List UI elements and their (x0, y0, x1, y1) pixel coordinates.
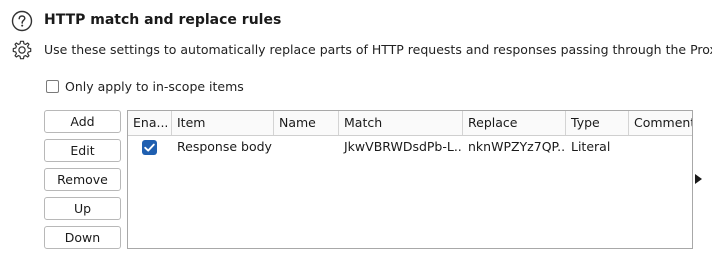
in-scope-checkbox[interactable] (46, 79, 59, 93)
description-text: Use these settings to automatically repl… (44, 42, 712, 57)
column-header-match[interactable]: Match (339, 111, 463, 135)
column-header-type[interactable]: Type (566, 111, 629, 135)
in-scope-option[interactable]: Only apply to in-scope items (46, 77, 244, 95)
enabled-cell (128, 136, 172, 158)
replace-cell: nknWPZYz7QP... (468, 139, 566, 154)
column-header-name[interactable]: Name (274, 111, 339, 135)
page-title: HTTP match and replace rules (44, 12, 282, 28)
table-row[interactable]: Response body JkwVBRWDsdPb-L... nknWPZYz… (128, 136, 692, 158)
help-icon[interactable] (11, 10, 33, 32)
name-cell (274, 136, 339, 158)
in-scope-label: Only apply to in-scope items (65, 78, 244, 94)
expand-arrow-icon[interactable] (695, 174, 702, 184)
add-button[interactable]: Add (44, 110, 121, 133)
edit-button[interactable]: Edit (44, 139, 121, 162)
comment-cell (629, 136, 692, 158)
checkmark-icon (144, 143, 155, 152)
item-cell: Response body (177, 139, 272, 154)
column-header-item[interactable]: Item (172, 111, 274, 135)
down-button[interactable]: Down (44, 226, 121, 249)
match-cell: JkwVBRWDsdPb-L... (344, 139, 463, 154)
column-header-enabled[interactable]: Ena... (128, 111, 172, 135)
remove-button[interactable]: Remove (44, 168, 121, 191)
rules-table: Ena... Item Name Match Replace Type Comm… (127, 110, 693, 249)
type-cell: Literal (571, 139, 611, 154)
gear-icon[interactable] (11, 39, 33, 61)
column-header-replace[interactable]: Replace (463, 111, 566, 135)
table-header: Ena... Item Name Match Replace Type Comm… (128, 111, 692, 136)
enabled-checkbox[interactable] (142, 140, 157, 155)
column-header-comment[interactable]: Comment (629, 111, 692, 135)
up-button[interactable]: Up (44, 197, 121, 220)
